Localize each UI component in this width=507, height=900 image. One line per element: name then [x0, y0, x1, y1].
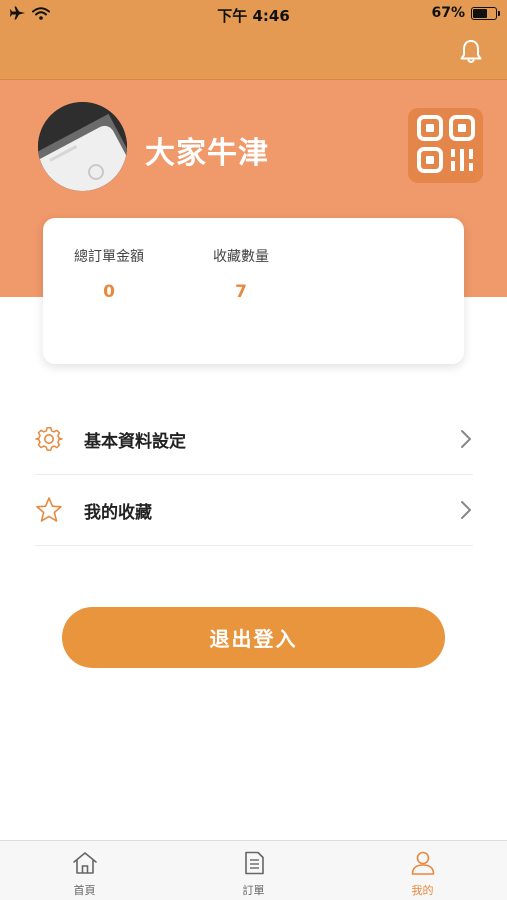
status-right: 67% — [431, 5, 500, 21]
battery-percent: 67% — [431, 5, 465, 21]
battery-icon — [471, 6, 500, 20]
bell-icon — [459, 39, 483, 69]
tab-bar: 首頁 訂單 我的 — [0, 840, 507, 900]
qr-code-button[interactable] — [408, 108, 483, 183]
username: 大家牛津 — [145, 136, 269, 171]
home-icon — [72, 851, 98, 879]
document-icon — [243, 851, 265, 879]
tab-orders[interactable]: 訂單 — [169, 841, 338, 900]
tab-label: 首頁 — [73, 884, 96, 897]
menu-item-profile-settings[interactable]: 基本資料設定 — [35, 404, 473, 475]
chevron-right-icon — [459, 428, 473, 454]
notification-button[interactable] — [455, 38, 487, 70]
tab-label: 訂單 — [242, 884, 265, 897]
menu-item-label: 基本資料設定 — [84, 431, 186, 452]
status-bar: 下午 4:46 67% — [0, 0, 507, 28]
qr-code-icon — [416, 114, 476, 178]
stat-order-total[interactable]: 總訂單金額 0 — [59, 246, 159, 302]
battery-fill — [473, 8, 487, 18]
star-icon — [35, 496, 63, 524]
tab-profile[interactable]: 我的 — [338, 841, 507, 900]
stat-value: 0 — [103, 282, 115, 302]
person-icon — [410, 851, 436, 879]
menu-item-label: 我的收藏 — [84, 502, 152, 523]
tab-label: 我的 — [411, 884, 434, 897]
stat-label: 總訂單金額 — [74, 249, 144, 265]
avatar[interactable] — [38, 102, 127, 191]
battery-tip — [498, 10, 500, 16]
stat-label: 收藏數量 — [213, 249, 269, 265]
settings-menu: 基本資料設定 我的收藏 — [35, 404, 473, 546]
nav-bar — [0, 28, 507, 80]
stat-value: 7 — [235, 282, 247, 302]
stat-favorites-count[interactable]: 收藏數量 7 — [191, 246, 291, 302]
logout-button[interactable]: 退出登入 — [62, 607, 445, 668]
chevron-right-icon — [459, 499, 473, 525]
gear-icon — [35, 425, 63, 453]
menu-item-my-favorites[interactable]: 我的收藏 — [35, 475, 473, 546]
tab-home[interactable]: 首頁 — [0, 841, 169, 900]
stats-card: 總訂單金額 0 收藏數量 7 — [43, 218, 464, 364]
